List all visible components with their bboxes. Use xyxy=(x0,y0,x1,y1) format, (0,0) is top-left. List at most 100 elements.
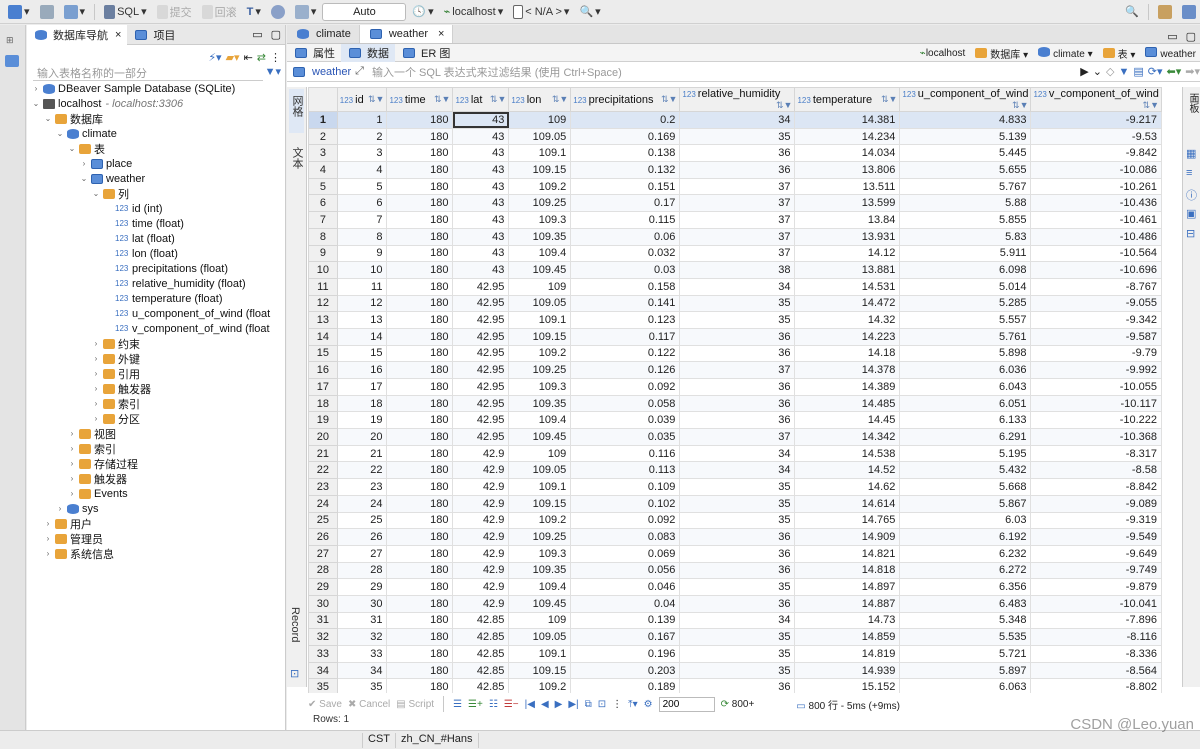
table-cell[interactable]: -9.992 xyxy=(1030,361,1162,379)
table-cell[interactable]: 42.9 xyxy=(452,494,510,513)
table-cell[interactable]: 180 xyxy=(386,194,454,213)
link-editor-icon[interactable]: ⇄ xyxy=(257,51,266,64)
table-cell[interactable]: 14.939 xyxy=(794,661,901,680)
table-cell[interactable]: 5.014 xyxy=(899,277,1032,296)
last-page-icon[interactable]: ▶| xyxy=(568,699,578,710)
table-cell[interactable]: 35 xyxy=(679,628,796,646)
row-number[interactable]: 1 xyxy=(308,111,338,129)
table-cell[interactable]: 21 xyxy=(336,444,388,463)
minimize-icon[interactable]: ▭ xyxy=(1163,30,1181,43)
tree-item-column[interactable]: 123 id (int) xyxy=(27,201,286,216)
table-cell[interactable]: 180 xyxy=(386,444,454,463)
table-cell[interactable]: 5.139 xyxy=(899,127,1032,146)
table-cell[interactable]: 109.2 xyxy=(508,344,572,363)
table-cell[interactable]: -8.58 xyxy=(1030,461,1162,480)
table-cell[interactable]: -10.461 xyxy=(1030,211,1162,229)
close-icon[interactable]: × xyxy=(438,28,444,40)
chevron-right-icon[interactable]: › xyxy=(31,84,41,93)
table-cell[interactable]: 12 xyxy=(336,294,388,313)
table-cell[interactable]: 43 xyxy=(452,211,510,229)
disconnect-button[interactable]: ▾ xyxy=(60,2,90,22)
table-cell[interactable]: 14.472 xyxy=(794,294,901,313)
navigator-minimized-icon[interactable] xyxy=(5,55,19,67)
apply-filter-icon[interactable]: ▶ xyxy=(1080,65,1088,78)
row-number[interactable]: 25 xyxy=(308,511,338,530)
table-cell[interactable]: 4.833 xyxy=(899,111,1032,129)
table-cell[interactable]: 0.092 xyxy=(570,378,681,396)
row-number[interactable]: 15 xyxy=(308,344,338,363)
table-cell[interactable]: 5.897 xyxy=(899,661,1032,680)
refresh-icon[interactable]: ⟳▾ xyxy=(1148,65,1163,78)
table-cell[interactable]: 23 xyxy=(336,478,388,496)
restore-icon[interactable]: ⊞ xyxy=(6,35,14,46)
table-cell[interactable]: 180 xyxy=(386,678,454,693)
table-cell[interactable]: 180 xyxy=(386,127,454,146)
table-cell[interactable]: 0.141 xyxy=(570,294,681,313)
table-cell[interactable]: 36 xyxy=(679,561,796,580)
row-number[interactable]: 28 xyxy=(308,561,338,580)
table-cell[interactable]: 27 xyxy=(336,544,388,563)
table-cell[interactable]: 0.083 xyxy=(570,528,681,546)
table-cell[interactable]: 0.03 xyxy=(570,261,681,279)
table-cell[interactable]: 0.196 xyxy=(570,645,681,663)
clear-filter-icon[interactable]: ◇ xyxy=(1106,65,1114,78)
table-cell[interactable]: 43 xyxy=(452,144,510,163)
table-cell[interactable]: 26 xyxy=(336,528,388,546)
row-number-header[interactable] xyxy=(308,87,338,112)
row-number[interactable]: 23 xyxy=(308,478,338,496)
cancel-button[interactable]: ✖ Cancel xyxy=(348,699,390,710)
table-cell[interactable]: 0.126 xyxy=(570,361,681,379)
sort-filter-icon[interactable]: ⇅▼ xyxy=(552,94,568,105)
delete-row-icon[interactable]: ☰− xyxy=(504,699,519,710)
table-cell[interactable]: 0.138 xyxy=(570,144,681,163)
table-cell[interactable]: 1 xyxy=(336,111,388,129)
table-cell[interactable]: -9.319 xyxy=(1030,511,1162,530)
sort-filter-icon[interactable]: ⇅▼ xyxy=(368,94,384,105)
table-cell[interactable]: -9.587 xyxy=(1030,327,1162,346)
row-number[interactable]: 16 xyxy=(308,361,338,379)
table-cell[interactable]: -10.696 xyxy=(1030,261,1162,279)
table-cell[interactable]: 109.25 xyxy=(508,528,572,546)
sql-editor-button[interactable]: SQL ▾ xyxy=(100,2,151,22)
table-cell[interactable]: 13.84 xyxy=(794,211,901,229)
table-cell[interactable]: 14.909 xyxy=(794,528,901,546)
table-cell[interactable]: 42.9 xyxy=(452,461,510,480)
script-button[interactable]: ▤ Script xyxy=(396,699,434,710)
tab-record[interactable]: Record xyxy=(289,607,301,642)
table-cell[interactable]: 14.342 xyxy=(794,428,901,446)
table-cell[interactable]: 35 xyxy=(679,578,796,596)
tree-item-triggers[interactable]: › 触发器 xyxy=(27,381,286,396)
table-cell[interactable]: 42.9 xyxy=(452,478,510,496)
table-cell[interactable]: 36 xyxy=(679,378,796,396)
table-row[interactable]: 18 18 180 42.95 109.35 0.058 36 14.485 6.051 -10.… xyxy=(308,394,1162,413)
table-cell[interactable]: 35 xyxy=(679,645,796,663)
table-cell[interactable]: 36 xyxy=(679,394,796,413)
tab-database-navigator[interactable]: 数据库导航 × xyxy=(27,24,128,45)
search-dropdown-button[interactable]: 🔍 ▾ xyxy=(575,2,604,22)
table-cell[interactable]: 14.381 xyxy=(794,111,901,129)
table-row[interactable]: 5 5 180 43 109.2 0.151 37 13.511 5.767 -10.261 xyxy=(308,177,1162,196)
table-cell[interactable]: 0.116 xyxy=(570,444,681,463)
table-row[interactable]: 11 11 180 42.95 109 0.158 34 14.531 5.014 -8.767 xyxy=(308,277,1162,296)
history-button[interactable]: 🕓 ▾ xyxy=(408,2,437,22)
table-cell[interactable]: 35 xyxy=(679,294,796,313)
chevron-right-icon[interactable]: › xyxy=(67,489,77,498)
column-header-id[interactable]: 123 id ⇅▼ xyxy=(336,87,388,112)
table-cell[interactable]: 20 xyxy=(336,428,388,446)
table-cell[interactable]: 14.821 xyxy=(794,544,901,563)
table-cell[interactable]: 42.9 xyxy=(452,594,510,613)
tree-item-weather[interactable]: ⌄ weather xyxy=(27,171,286,186)
table-cell[interactable]: 109.1 xyxy=(508,144,572,163)
sort-filter-icon[interactable]: ⇅▼ xyxy=(490,94,506,105)
table-cell[interactable]: -10.222 xyxy=(1030,411,1162,430)
table-cell[interactable]: 13.511 xyxy=(794,177,901,196)
table-cell[interactable]: 109.1 xyxy=(508,311,572,329)
table-row[interactable]: 7 7 180 43 109.3 0.115 37 13.84 5.855 -10.461 xyxy=(308,211,1162,229)
table-row[interactable]: 33 33 180 42.85 109.1 0.196 35 14.819 5.721 -8.33… xyxy=(308,645,1162,663)
column-header-lat[interactable]: 123 lat ⇅▼ xyxy=(452,87,510,112)
table-cell[interactable]: -8.317 xyxy=(1030,444,1162,463)
table-cell[interactable]: 13.881 xyxy=(794,261,901,279)
table-cell[interactable]: 42.9 xyxy=(452,544,510,563)
table-cell[interactable]: 36 xyxy=(679,528,796,546)
zoom-icon[interactable]: ⊡ xyxy=(598,699,606,710)
